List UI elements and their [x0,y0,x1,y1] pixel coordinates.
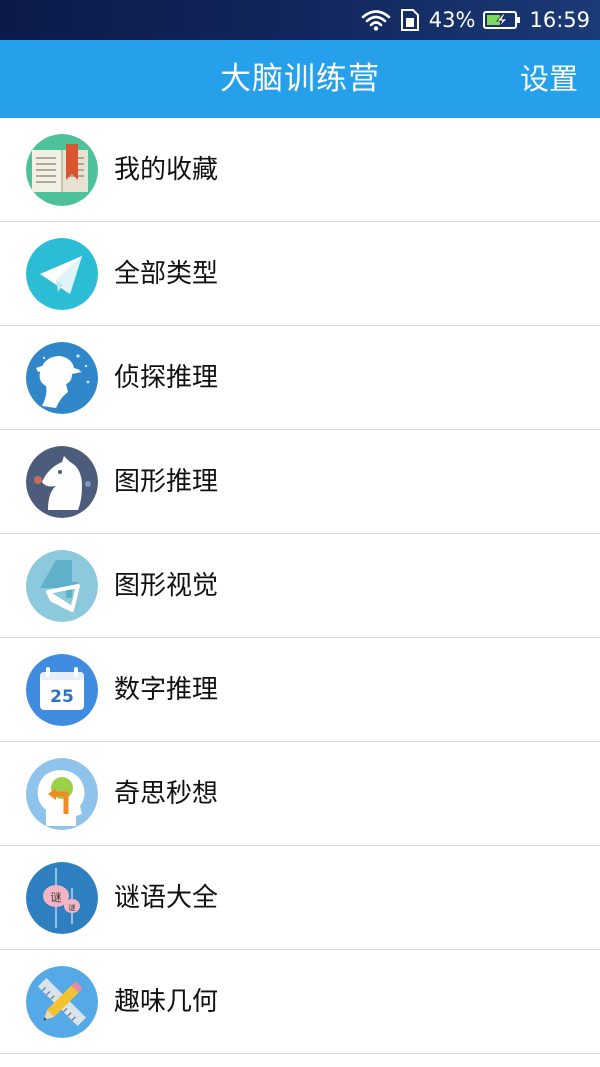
list-item-shape-vision[interactable]: 图形视觉 [0,534,600,638]
list-item-all-types[interactable]: 全部类型 [0,222,600,326]
list-item-shape-reasoning[interactable]: 图形推理 [0,430,600,534]
bookmark-book-icon [26,134,98,206]
number-four-icon [26,550,98,622]
detective-icon [26,342,98,414]
list-item-label: 图形视觉 [114,571,219,601]
list-item-riddles[interactable]: 谜 谜 谜语大全 [0,846,600,950]
app-bar: 大脑训练营 设置 [0,40,600,118]
chess-knight-icon [26,446,98,518]
status-bar: 43% 16:59 [0,0,600,40]
list-item-label: 我的收藏 [114,155,219,185]
battery-charging-icon [483,10,521,30]
list-item-creative-thinking[interactable]: 奇思秒想 [0,742,600,846]
list-item-favorites[interactable]: 我的收藏 [0,118,600,222]
paper-plane-icon [26,238,98,310]
lantern-riddle-icon: 谜 谜 [26,862,98,934]
list-item-fun-geometry[interactable]: 趣味几何 [0,950,600,1054]
list-item-detective[interactable]: 侦探推理 [0,326,600,430]
list-item-label: 趣味几何 [114,987,219,1017]
category-list: 我的收藏 全部类型 侦探推理 图形推理 图形视觉 25 数字推理 奇思秒想 谜 … [0,118,600,1054]
battery-percent: 43% [428,8,476,32]
list-item-number-reasoning[interactable]: 25 数字推理 [0,638,600,742]
calendar-25-icon: 25 [26,654,98,726]
list-item-label: 图形推理 [114,467,219,497]
svg-text:25: 25 [50,687,74,707]
list-item-label: 数字推理 [114,675,219,705]
svg-text:谜: 谜 [69,903,76,912]
list-item-label: 侦探推理 [114,363,219,393]
list-item-label: 全部类型 [114,259,219,289]
head-idea-icon [26,758,98,830]
sim-icon [399,8,421,32]
clock: 16:59 [529,8,590,32]
app-title: 大脑训练营 [220,61,380,97]
list-item-label: 奇思秒想 [114,779,219,809]
settings-button[interactable]: 设置 [520,40,578,118]
list-item-label: 谜语大全 [114,883,219,913]
ruler-pencil-icon [26,966,98,1038]
svg-text:谜: 谜 [51,891,62,904]
status-bar-right: 43% 16:59 [361,0,590,40]
wifi-icon [361,9,391,31]
